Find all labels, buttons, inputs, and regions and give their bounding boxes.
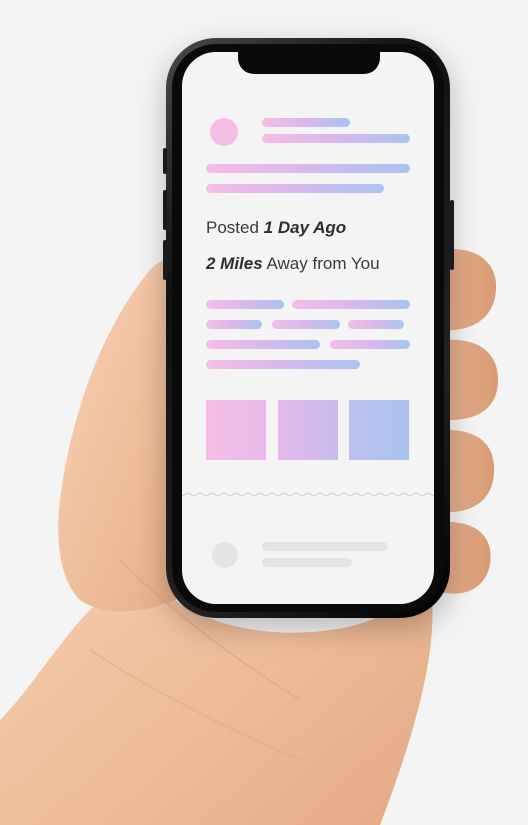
- title-placeholder-bar-2: [206, 184, 384, 193]
- posted-prefix: Posted: [206, 218, 264, 237]
- volume-down-button: [163, 240, 167, 280]
- body-placeholder-bar: [272, 320, 340, 329]
- image-thumbnail-1[interactable]: [206, 400, 266, 460]
- ghost-placeholder-bar: [262, 542, 388, 551]
- torn-divider: [182, 492, 434, 497]
- mute-switch: [163, 148, 167, 174]
- avatar-placeholder-icon: [210, 118, 238, 146]
- image-thumbnail-2[interactable]: [278, 400, 338, 460]
- stage: Posted 1 Day Ago 2 Miles Away from You: [0, 0, 528, 825]
- phone-screen: Posted 1 Day Ago 2 Miles Away from You: [182, 52, 434, 604]
- posted-value: 1 Day Ago: [263, 218, 347, 237]
- distance-suffix: Away from You: [262, 254, 380, 273]
- body-placeholder-bar: [348, 320, 404, 329]
- posted-time-text: Posted 1 Day Ago: [206, 218, 346, 238]
- image-thumbnail-3[interactable]: [349, 400, 409, 460]
- volume-up-button: [163, 190, 167, 230]
- distance-value: 2 Miles: [206, 254, 263, 273]
- body-placeholder-bar: [206, 300, 284, 309]
- power-button: [450, 200, 454, 270]
- body-placeholder-bar: [206, 360, 360, 369]
- body-placeholder-bar: [206, 320, 262, 329]
- phone-notch: [238, 52, 380, 74]
- body-placeholder-bar: [330, 340, 410, 349]
- subtitle-placeholder-bar: [262, 134, 410, 143]
- ghost-placeholder-bar: [262, 558, 352, 567]
- distance-text: 2 Miles Away from You: [206, 254, 380, 274]
- body-placeholder-bar: [206, 340, 320, 349]
- name-placeholder-bar: [262, 118, 350, 127]
- avatar-placeholder-icon: [212, 542, 238, 568]
- title-placeholder-bar-1: [206, 164, 410, 173]
- body-placeholder-bar: [292, 300, 410, 309]
